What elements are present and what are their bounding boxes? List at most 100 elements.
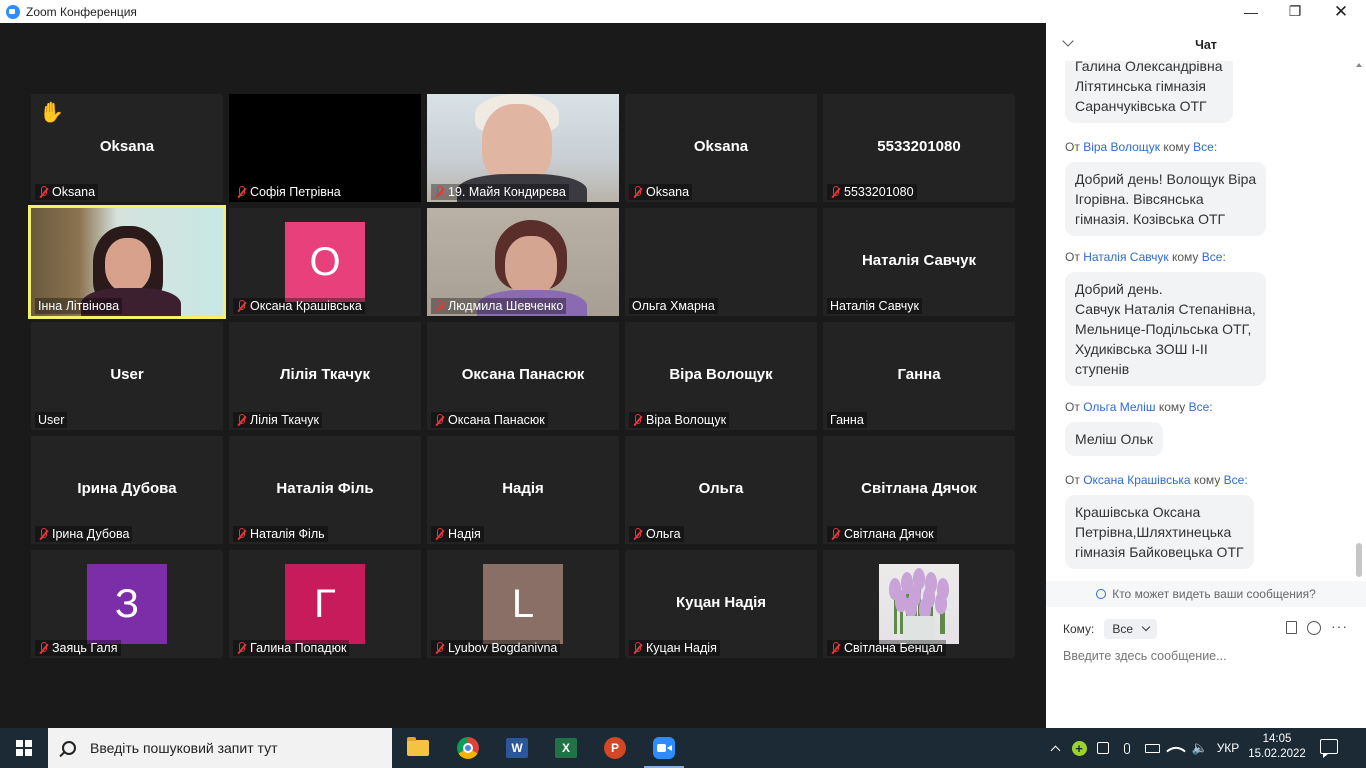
chat-title: Чат [1195, 38, 1217, 52]
participant-label: Наталія Філь [233, 526, 328, 542]
windows-logo-icon [16, 740, 32, 756]
participant-tile[interactable]: Oksana Oksana [625, 94, 817, 202]
muted-microphone-icon [830, 527, 840, 541]
chat-message-list[interactable]: Галина Олександрівна Літятинська гімназі… [1046, 61, 1358, 579]
participant-tile[interactable]: Лілія Ткачук Лілія Ткачук [229, 322, 421, 430]
taskbar-word[interactable]: W [493, 728, 541, 768]
search-placeholder: Введіть пошуковий запит тут [90, 740, 278, 756]
participant-display-name: Ольга [698, 480, 744, 497]
folder-icon [407, 737, 429, 756]
chat-meta-text: От [1065, 400, 1080, 414]
chat-sender[interactable]: Ольга Меліш [1083, 400, 1155, 414]
tray-meet[interactable] [1094, 728, 1112, 768]
participant-tile[interactable]: L Lyubov Bogdanivna [427, 550, 619, 658]
taskbar-clock[interactable]: 14:05 15.02.2022 [1246, 732, 1308, 762]
chat-meta-text: кому [1158, 400, 1186, 414]
scrollbar-thumb[interactable] [1356, 543, 1362, 577]
participant-display-name: Віра Волощук [669, 366, 773, 383]
participant-tile[interactable]: Людмила Шевченко [427, 208, 619, 316]
chat-panel: Чат Галина Олександрівна Літятинська гім… [1046, 23, 1366, 728]
maximize-button[interactable]: ❐ [1272, 0, 1318, 23]
chat-recipient[interactable]: Все: [1193, 140, 1217, 154]
taskbar-powerpoint[interactable]: P [591, 728, 639, 768]
participant-tile[interactable]: Ольга Ольга [625, 436, 817, 544]
participant-tile[interactable]: Світлана Дячок Світлана Дячок [823, 436, 1015, 544]
more-icon[interactable]: ··· [1331, 619, 1348, 635]
chat-recipient[interactable]: Все: [1224, 473, 1248, 487]
participant-label: 5533201080 [827, 184, 917, 200]
participant-tile[interactable]: Світлана Бенцал [823, 550, 1015, 658]
participant-tile[interactable]: Ганна Ганна [823, 322, 1015, 430]
participant-tile[interactable]: Софія Петрівна [229, 94, 421, 202]
participant-label: Ольга Хмарна [629, 298, 718, 314]
chat-sender[interactable]: Віра Волощук [1083, 140, 1160, 154]
chat-sender[interactable]: Оксана Крашівська [1083, 473, 1190, 487]
participant-name: Куцан Надія [646, 641, 717, 655]
muted-microphone-icon [236, 527, 246, 541]
taskbar-excel[interactable]: X [542, 728, 590, 768]
participant-label: Надія [431, 526, 484, 542]
chat-message-bubble: Галина Олександрівна Літятинська гімназі… [1065, 61, 1233, 123]
chat-message-bubble: Добрий день. Савчук Наталія Степанівна, … [1065, 272, 1266, 386]
tray-language[interactable]: УКР [1212, 728, 1244, 768]
participant-display-name: Ганна [897, 366, 941, 383]
taskbar-search[interactable]: Введіть пошуковий запит тут [48, 728, 392, 768]
tray-mic[interactable] [1118, 728, 1136, 768]
participant-tile[interactable]: ✋ Oksana Oksana [31, 94, 223, 202]
participant-name: Oksana [52, 185, 96, 199]
participant-tile[interactable]: Г Галина Попадюк [229, 550, 421, 658]
who-can-see-link[interactable]: Кто может видеть ваши сообщения? [1046, 581, 1366, 607]
word-icon: W [506, 738, 528, 758]
close-button[interactable]: ✕ [1318, 0, 1364, 23]
participant-tile[interactable]: 19. Майя Кондирєва [427, 94, 619, 202]
start-button[interactable] [0, 728, 48, 768]
chat-scrollbar[interactable] [1356, 63, 1362, 577]
participant-display-name: Oksana [693, 138, 749, 155]
participant-tile[interactable]: Надія Надія [427, 436, 619, 544]
who-can-see-text: Кто может видеть ваши сообщения? [1112, 587, 1316, 601]
participant-video-face [482, 104, 552, 184]
tray-overflow[interactable] [1046, 728, 1064, 768]
taskbar-file-explorer[interactable] [394, 728, 442, 768]
chat-recipient[interactable]: Все: [1202, 250, 1226, 264]
participant-tile[interactable]: Наталія Савчук Наталія Савчук [823, 208, 1015, 316]
tray-app[interactable]: + [1070, 728, 1088, 768]
participant-label: Oksana [35, 184, 99, 200]
scroll-up-arrow-icon[interactable] [1356, 63, 1362, 67]
chat-message-bubble: Добрий день! Волощук Віра Ігорівна. Вівс… [1065, 162, 1267, 236]
participant-tile[interactable]: Віра Волощук Віра Волощук [625, 322, 817, 430]
participant-tile[interactable]: З Заяць Галя [31, 550, 223, 658]
recipient-select[interactable]: Все [1104, 619, 1158, 639]
minimize-button[interactable]: — [1228, 0, 1274, 23]
participant-tile[interactable]: 5533201080 5533201080 [823, 94, 1015, 202]
participant-tile[interactable]: Куцан Надія Куцан Надія [625, 550, 817, 658]
participant-tile[interactable]: User User [31, 322, 223, 430]
avatar: О [285, 222, 365, 302]
participant-tile[interactable]: Наталія Філь Наталія Філь [229, 436, 421, 544]
tray-battery[interactable] [1142, 728, 1162, 768]
participant-label: Заяць Галя [35, 640, 121, 656]
tray-volume[interactable]: 🔈 [1190, 728, 1210, 768]
chat-sender[interactable]: Наталія Савчук [1083, 250, 1168, 264]
taskbar-zoom[interactable] [640, 728, 688, 768]
chat-message-input[interactable] [1063, 649, 1353, 663]
participant-name: Lyubov Bogdanivna [448, 641, 558, 655]
participant-tile[interactable]: Ірина Дубова Ірина Дубова [31, 436, 223, 544]
participant-tile[interactable]: Ольга Хмарна [625, 208, 817, 316]
chat-recipient[interactable]: Все: [1189, 400, 1213, 414]
participant-name: Ольга [646, 527, 681, 541]
muted-microphone-icon [830, 185, 840, 199]
participant-video-face [505, 236, 557, 296]
participant-tile[interactable]: Оксана Панасюк Оксана Панасюк [427, 322, 619, 430]
participant-label: Оксана Панасюк [431, 412, 548, 428]
participant-tile[interactable]: Інна Літвінова [28, 205, 226, 319]
file-icon[interactable] [1286, 621, 1297, 634]
muted-microphone-icon [434, 527, 444, 541]
emoji-icon[interactable] [1307, 621, 1321, 635]
notification-center-icon[interactable] [1320, 739, 1338, 758]
taskbar-chrome[interactable] [444, 728, 492, 768]
muted-microphone-icon [434, 641, 444, 655]
muted-microphone-icon [236, 299, 246, 313]
participant-tile[interactable]: О Оксана Крашівська [229, 208, 421, 316]
tray-network[interactable] [1166, 728, 1186, 768]
